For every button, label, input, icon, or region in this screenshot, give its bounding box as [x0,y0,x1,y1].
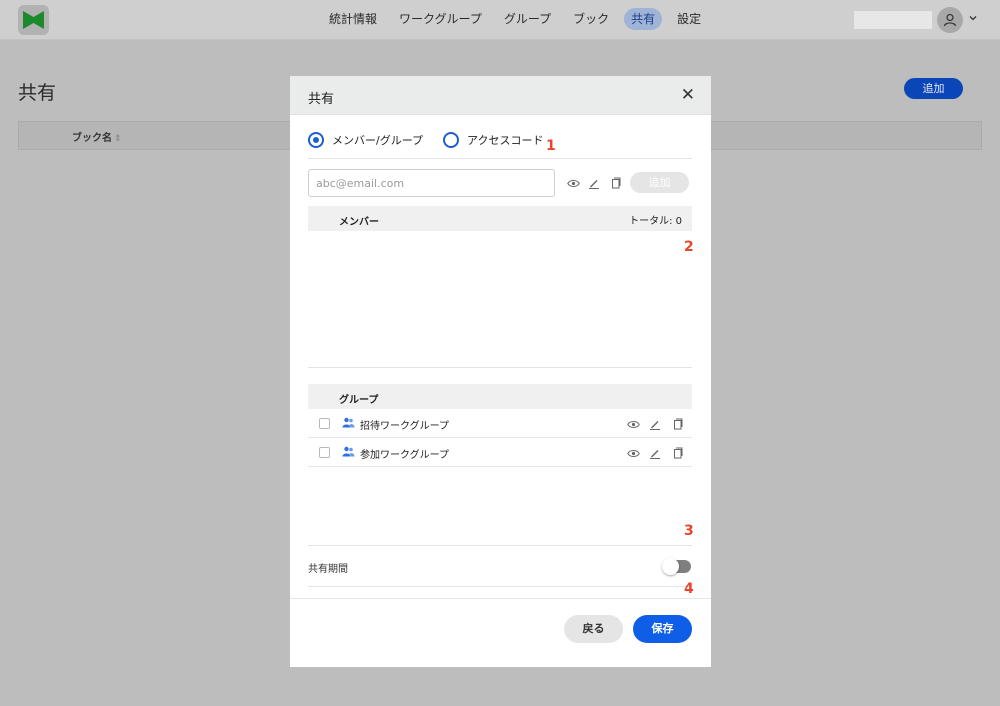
annotation-marker-3: 3 [684,523,694,539]
radio-members-label: メンバー/グループ [332,134,424,147]
nav-item-statistics[interactable]: 統計情報 [318,8,388,30]
toggle-knob [662,558,679,575]
group-permission-icons [626,417,692,431]
radio-members-groups[interactable]: メンバー/グループ [308,132,423,148]
share-period-label: 共有期間 [308,564,348,575]
main-nav: 統計情報 ワークグループ グループ ブック 共有 設定 [318,8,712,30]
divider [308,367,692,368]
groups-list-header: グループ [308,384,692,409]
eye-icon[interactable] [626,446,640,460]
group-permission-icons [626,446,692,460]
top-navigation-bar: 統計情報 ワークグループ グループ ブック 共有 設定 [0,0,1000,40]
group-row: 招待ワークグループ [308,409,692,438]
nav-item-settings[interactable]: 設定 [666,8,712,30]
group-row: 参加ワークグループ [308,438,692,467]
user-avatar[interactable] [937,7,963,33]
share-period-toggle[interactable] [662,558,691,575]
sort-icon[interactable]: ⇕ [114,134,122,144]
members-header-label: メンバー [339,217,379,228]
group-users-icon [342,417,355,428]
copy-icon[interactable] [608,176,622,190]
page-title: 共有 [18,82,57,104]
copy-icon[interactable] [670,446,684,460]
close-icon[interactable]: ✕ [681,85,695,105]
group-checkbox[interactable] [319,447,330,458]
app-logo[interactable] [18,5,49,35]
annotation-marker-4: 4 [684,581,694,597]
group-name: 参加ワークグループ [360,450,449,461]
page-add-button[interactable]: 追加 [904,78,963,99]
nav-item-workgroups[interactable]: ワークグループ [388,8,493,30]
user-name-box [854,11,932,29]
divider [308,545,692,546]
back-button[interactable]: 戻る [564,615,623,643]
annotation-marker-1: 1 [546,138,556,154]
radio-access-code[interactable]: アクセスコード [443,132,544,148]
group-name: 招待ワークグループ [360,421,449,432]
members-list-header: メンバー トータル: 0 [308,206,692,231]
save-button[interactable]: 保存 [633,615,692,643]
annotation-marker-2: 2 [684,239,694,255]
email-input[interactable] [308,169,555,197]
permission-icons [566,176,629,190]
radio-unselected-icon [443,132,460,148]
logo-icon [23,11,44,29]
dialog-footer-divider [290,598,711,599]
divider [308,158,692,159]
divider [308,586,692,587]
copy-icon[interactable] [670,417,684,431]
groups-header-label: グループ [339,395,379,406]
members-total: トータル: 0 [629,216,682,227]
radio-access-code-label: アクセスコード [467,134,544,147]
eye-icon[interactable] [626,417,640,431]
pencil-icon[interactable] [587,176,601,190]
dialog-title: 共有 [308,92,335,107]
nav-item-groups[interactable]: グループ [493,8,562,30]
radio-selected-icon [308,132,324,148]
nav-item-share[interactable]: 共有 [624,8,663,30]
share-dialog: 共有 ✕ メンバー/グループ アクセスコード 1 追加 メンバー トータル: 0… [290,76,711,667]
pencil-icon[interactable] [648,417,662,431]
share-type-radio-group: メンバー/グループ アクセスコード [308,132,564,148]
user-icon [943,13,957,27]
add-member-button[interactable]: 追加 [630,172,689,193]
column-book-name[interactable]: ブック名 ⇕ [72,129,122,144]
group-users-icon [342,446,355,457]
nav-item-books[interactable]: ブック [562,8,620,30]
dialog-header: 共有 ✕ [290,76,711,115]
eye-icon[interactable] [566,176,580,190]
pencil-icon[interactable] [648,446,662,460]
chevron-down-icon[interactable] [968,13,978,23]
group-checkbox[interactable] [319,418,330,429]
